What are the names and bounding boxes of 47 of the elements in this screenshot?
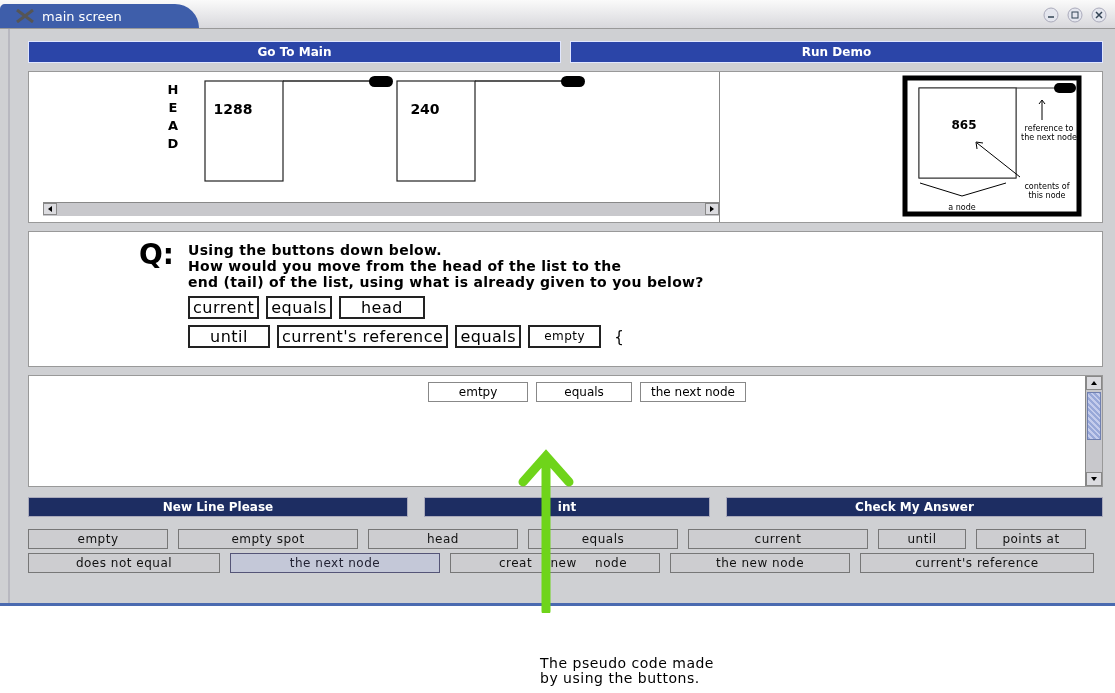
code-symbol: { (614, 327, 624, 346)
word-button[interactable]: until (878, 529, 966, 549)
legend-label: contents of (1024, 182, 1070, 191)
code-token: empty (528, 325, 602, 348)
question-text: Using the buttons down below. (188, 242, 443, 258)
code-token[interactable]: the next node (640, 382, 746, 402)
window-title: main screen (42, 8, 122, 24)
node-value: 240 (410, 101, 440, 117)
head-label: H (167, 82, 179, 97)
code-token: current's reference (276, 325, 449, 348)
word-button[interactable]: current (688, 529, 868, 549)
word-button[interactable]: empty (28, 529, 168, 549)
legend-label: this node (1028, 191, 1066, 200)
code-token: head (338, 296, 425, 319)
head-label: E (168, 100, 178, 115)
code-token: equals (266, 296, 332, 319)
head-label: D (167, 136, 179, 151)
word-button[interactable]: points at (976, 529, 1086, 549)
nav-button[interactable]: Run Demo (570, 41, 1103, 63)
code-token: until (188, 325, 270, 348)
node-value: 1288 (213, 101, 253, 117)
word-button[interactable]: creat new node (450, 553, 660, 573)
word-button[interactable]: the new node (670, 553, 850, 573)
action-button[interactable]: Check My Answer (726, 497, 1103, 517)
word-button[interactable]: does not equal (28, 553, 220, 573)
annotation-caption: by using the buttons. (540, 671, 701, 686)
code-token: equals (455, 325, 522, 348)
legend-label: the next node (1021, 133, 1077, 142)
nav-button[interactable]: Go To Main (28, 41, 561, 63)
word-button[interactable]: empty spot (178, 529, 358, 549)
head-label: A (167, 118, 179, 133)
word-button[interactable]: head (368, 529, 518, 549)
action-button[interactable]: New Line Please (28, 497, 408, 517)
code-token[interactable]: equals (536, 382, 633, 402)
question-text: end (tail) of the list, using what is already given to you below? (188, 274, 704, 290)
annotation-caption: The pseudo code made (540, 656, 714, 671)
word-button[interactable]: the next node (230, 553, 440, 573)
question-text: How would you move from the head of the list to the (188, 258, 623, 274)
word-button[interactable]: current's reference (860, 553, 1094, 573)
legend-label: a node (948, 203, 976, 212)
question-mark: Q: (139, 242, 174, 273)
code-token[interactable]: emtpy (428, 382, 529, 402)
legend-label: reference to (1024, 124, 1074, 133)
action-button[interactable]: int (424, 497, 710, 517)
code-token: current (188, 296, 260, 319)
word-button[interactable]: equals (528, 529, 678, 549)
node-value: 865 (951, 118, 977, 132)
